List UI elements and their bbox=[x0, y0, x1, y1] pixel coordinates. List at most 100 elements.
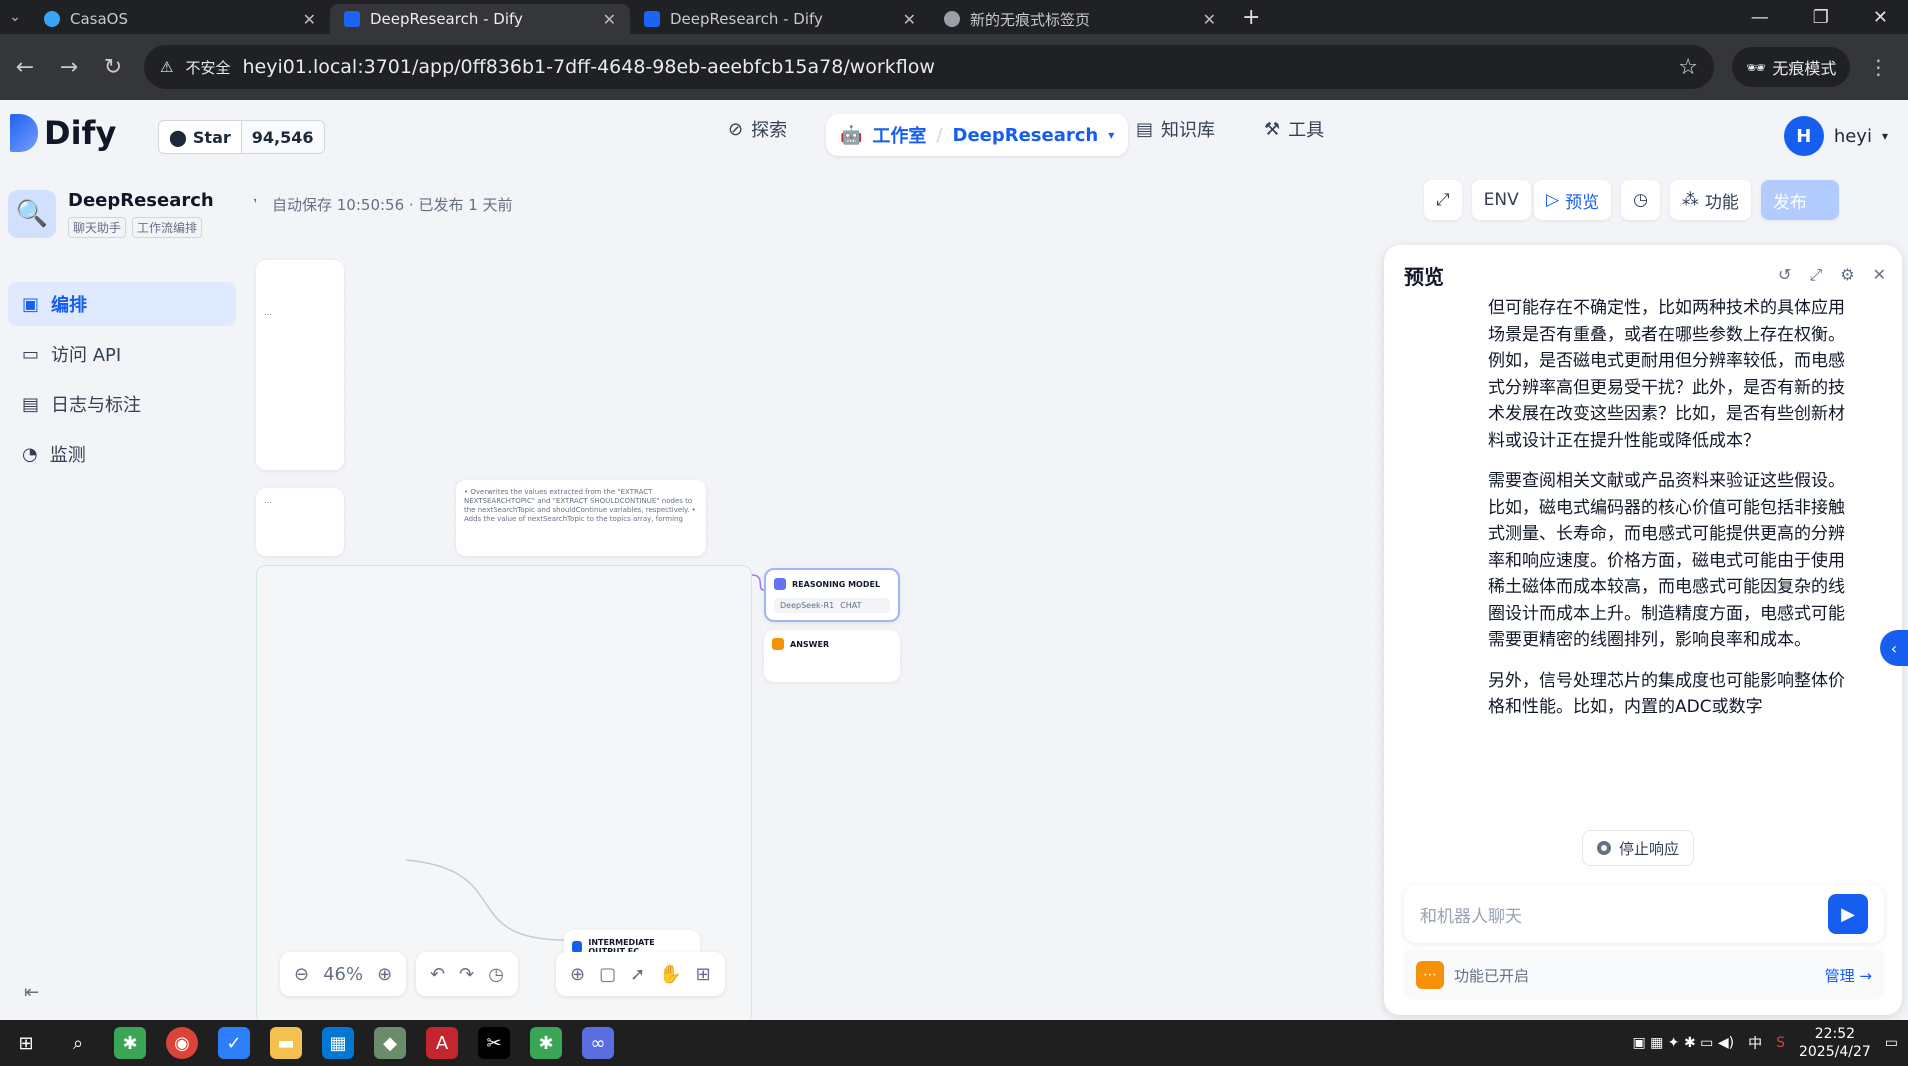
app-icon[interactable]: S bbox=[1776, 1035, 1785, 1051]
bookmark-star-icon[interactable]: ☆ bbox=[1678, 55, 1698, 80]
github-icon: ⬤ Star bbox=[169, 127, 231, 147]
note-icon[interactable]: ▢ bbox=[599, 964, 616, 985]
close-icon[interactable]: ✕ bbox=[603, 10, 616, 29]
user-menu[interactable]: H heyi ▾ bbox=[1783, 116, 1888, 156]
sidebar-item-api[interactable]: ▭ 访问 API bbox=[8, 332, 236, 376]
checklist-icon[interactable]: ⤢ bbox=[1424, 180, 1462, 220]
close-icon[interactable]: ✕ bbox=[303, 10, 316, 29]
history-icon[interactable]: ◷ bbox=[488, 964, 504, 985]
history-controls: ↶ ↷ ◷ bbox=[416, 952, 518, 996]
app-icon[interactable]: ✱ bbox=[114, 1027, 146, 1059]
redo-icon[interactable]: ↷ bbox=[459, 964, 474, 985]
workflow-canvas[interactable]: 自动保存 10:50:56 · 已发布 1 天前 ⤢ ENV … … • Ove… bbox=[256, 170, 1531, 1025]
incognito-badge[interactable]: 🕶 无痕模式 bbox=[1732, 47, 1851, 87]
ime-indicator[interactable]: 中 bbox=[1748, 1033, 1762, 1053]
close-icon[interactable]: ✕ bbox=[903, 10, 916, 29]
tab-casaos[interactable]: CasaOS ✕ bbox=[30, 4, 330, 34]
minimize-icon[interactable]: — bbox=[1751, 7, 1769, 28]
app-info-card[interactable]: 🔍 DeepResearch ▾ 聊天助手 工作流编排 bbox=[8, 190, 260, 238]
nav-knowledge[interactable]: ▤ 知识库 bbox=[1136, 116, 1215, 142]
nav-tools[interactable]: ⚒ 工具 bbox=[1264, 116, 1324, 142]
send-button[interactable]: ▶ bbox=[1828, 894, 1868, 934]
address-bar-row: ← → ↻ ⚠ 不安全 heyi01.local:3701/app/0ff836… bbox=[0, 34, 1908, 100]
tab-incognito[interactable]: 新的无痕式标签页 ✕ bbox=[930, 4, 1230, 34]
node-answer[interactable]: ANSWER bbox=[764, 630, 900, 682]
node-title: ANSWER bbox=[790, 639, 830, 649]
variables-icon[interactable]: ⤢ bbox=[1809, 265, 1822, 285]
browser-menu-icon[interactable]: ⋮ bbox=[1868, 55, 1888, 79]
close-icon[interactable]: ✕ bbox=[1203, 10, 1216, 29]
app-icon[interactable]: ▦ bbox=[322, 1027, 354, 1059]
stop-label: 停止响应 bbox=[1619, 839, 1680, 858]
edge bbox=[751, 574, 765, 591]
reload-icon[interactable]: ↻ bbox=[100, 55, 126, 80]
new-tab-icon[interactable]: + bbox=[1242, 5, 1260, 30]
features-button[interactable]: ⁂ 功能 bbox=[1669, 180, 1751, 220]
tab-title: 新的无痕式标签页 bbox=[970, 10, 1091, 29]
model-badge: CHAT bbox=[840, 601, 862, 610]
tab-deepresearch-active[interactable]: DeepResearch - Dify ✕ bbox=[330, 4, 630, 34]
tray-icons[interactable]: ▣ ▦ ✦ ✱ ▭ ◀) bbox=[1632, 1035, 1734, 1051]
undo-icon[interactable]: ↶ bbox=[430, 964, 445, 985]
restart-icon[interactable]: ↺ bbox=[1778, 265, 1791, 285]
preview-label: 预览 bbox=[1565, 192, 1600, 213]
run-history-icon[interactable]: ◷ bbox=[1621, 180, 1660, 220]
env-icon[interactable]: ENV bbox=[1471, 180, 1531, 220]
nav-explore-label: 探索 bbox=[751, 120, 788, 141]
search-icon[interactable]: ⌕ bbox=[62, 1027, 94, 1059]
sidebar-item-monitor[interactable]: ◔ 监测 bbox=[8, 432, 236, 476]
chrome-icon[interactable]: ◉ bbox=[166, 1027, 198, 1059]
preview-button[interactable]: ▷ 预览 bbox=[1534, 180, 1612, 220]
windows-start-icon[interactable]: ⊞ bbox=[10, 1027, 42, 1059]
model-name: DeepSeek-R1 bbox=[780, 601, 835, 610]
clock[interactable]: 22:52 2025/4/27 bbox=[1799, 1025, 1871, 1061]
tab-menu-icon[interactable]: ⌄ bbox=[0, 9, 30, 25]
chat-input-placeholder: 和机器人聊天 bbox=[1420, 906, 1522, 927]
preview-panel: 预览 ↺ ⤢ ⚙ ✕ 但可能存在不确定性，比如两种技术的具体应用场景是否有重叠，… bbox=[1384, 245, 1908, 1015]
answer-icon bbox=[772, 638, 784, 650]
preview-title: 预览 bbox=[1404, 265, 1444, 289]
chat-input[interactable]: 和机器人聊天 ▶ bbox=[1404, 885, 1884, 943]
features-enabled-label: 功能已开启 bbox=[1454, 966, 1530, 985]
sidebar-item-orchestrate[interactable]: ▣ 编排 bbox=[8, 282, 236, 326]
notification-icon[interactable]: ▭ bbox=[1885, 1035, 1898, 1051]
forward-icon[interactable]: → bbox=[56, 55, 82, 80]
manage-link[interactable]: 管理 → bbox=[1825, 965, 1872, 986]
pointer-icon[interactable]: ➚ bbox=[630, 964, 645, 985]
url-field[interactable]: ⚠ 不安全 heyi01.local:3701/app/0ff836b1-7df… bbox=[144, 45, 1714, 89]
app-icon[interactable]: ✓ bbox=[218, 1027, 250, 1059]
app-icon[interactable]: ∞ bbox=[582, 1027, 614, 1059]
window-close-icon[interactable]: ✕ bbox=[1873, 7, 1888, 28]
app-icon[interactable]: A bbox=[426, 1027, 458, 1059]
close-icon[interactable]: ✕ bbox=[1873, 265, 1886, 285]
publish-button[interactable]: 发布 bbox=[1760, 180, 1839, 220]
star-label: Star bbox=[192, 127, 231, 147]
github-star-button[interactable]: ⬤ Star 94,546 bbox=[158, 120, 325, 154]
hand-icon[interactable]: ✋ bbox=[659, 964, 681, 985]
zoom-level[interactable]: 46% bbox=[323, 964, 363, 985]
collapse-panel-icon[interactable]: ‹ bbox=[1880, 630, 1908, 666]
collapse-sidebar-icon[interactable]: ⇤ bbox=[24, 982, 39, 1003]
zoom-in-icon[interactable]: ⊕ bbox=[377, 964, 392, 985]
folder-icon[interactable]: ▬ bbox=[270, 1027, 302, 1059]
canvas-tools: ⊕ ▢ ➚ ✋ ⊞ bbox=[556, 952, 725, 996]
dify-logo[interactable]: Dify bbox=[10, 114, 116, 152]
app-icon[interactable]: ✱ bbox=[530, 1027, 562, 1059]
settings-icon[interactable]: ⚙ bbox=[1840, 265, 1854, 285]
capcut-icon[interactable]: ✂ bbox=[478, 1027, 510, 1059]
node-title: REASONING MODEL bbox=[792, 579, 881, 589]
tab-title: DeepResearch - Dify bbox=[670, 10, 823, 28]
back-icon[interactable]: ← bbox=[12, 55, 38, 80]
restore-icon[interactable]: ❐ bbox=[1813, 7, 1829, 28]
layout-organize-icon[interactable]: ⊞ bbox=[696, 964, 711, 985]
node-reasoning-model[interactable]: REASONING MODEL DeepSeek-R1 CHAT bbox=[764, 568, 900, 622]
sidebar-item-logs[interactable]: ▤ 日志与标注 bbox=[8, 382, 236, 426]
app-icon[interactable]: ◆ bbox=[374, 1027, 406, 1059]
stop-response-button[interactable]: 停止响应 bbox=[1582, 830, 1695, 866]
nav-explore[interactable]: ⊘ 探索 bbox=[728, 116, 787, 142]
separator: / bbox=[936, 124, 943, 146]
add-node-icon[interactable]: ⊕ bbox=[570, 964, 585, 985]
nav-workspace[interactable]: 🤖 工作室 / DeepResearch ▾ bbox=[826, 114, 1129, 156]
tab-deepresearch[interactable]: DeepResearch - Dify ✕ bbox=[630, 4, 930, 34]
zoom-out-icon[interactable]: ⊖ bbox=[294, 964, 309, 985]
